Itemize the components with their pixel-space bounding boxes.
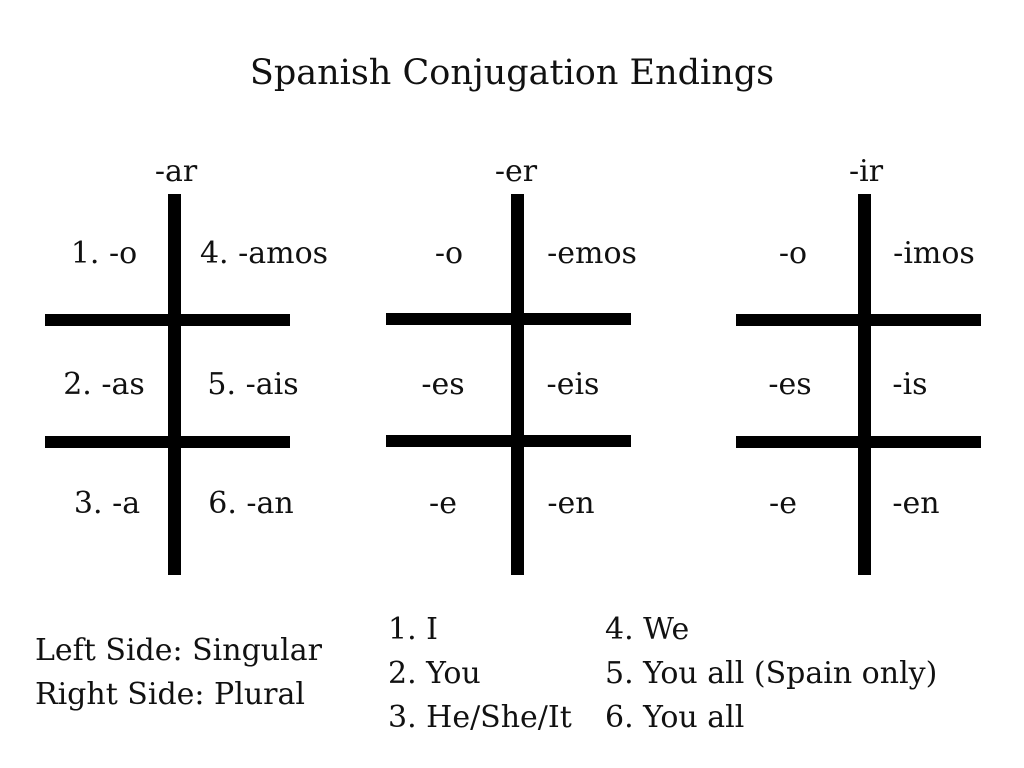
cell-ir-plural-2: -is bbox=[892, 367, 928, 402]
horizontal-divider-er-1 bbox=[386, 313, 631, 325]
side-note-singular: Left Side: Singular bbox=[35, 633, 322, 668]
cell-er-plural-3: -en bbox=[547, 486, 595, 521]
cell-er-plural-1: -emos bbox=[547, 236, 637, 271]
cell-ir-plural-3: -en bbox=[892, 486, 940, 521]
diagram-title: Spanish Conjugation Endings bbox=[249, 53, 775, 93]
cell-er-plural-2: -eis bbox=[546, 367, 600, 402]
cell-er-singular-3: -e bbox=[429, 486, 457, 521]
cell-ir-plural-1: -imos bbox=[893, 236, 975, 271]
table-header-er: -er bbox=[494, 154, 538, 189]
horizontal-divider-ar-2 bbox=[45, 436, 290, 448]
person-2: 2. You bbox=[388, 656, 481, 691]
horizontal-divider-ir-1 bbox=[736, 314, 981, 326]
cell-ar-singular-2: 2. -as bbox=[63, 367, 145, 402]
cell-ar-singular-3: 3. -a bbox=[73, 486, 141, 521]
vertical-divider-er bbox=[511, 194, 524, 575]
cell-er-singular-2: -es bbox=[421, 367, 465, 402]
cell-ir-singular-2: -es bbox=[768, 367, 812, 402]
table-header-ar: -ar bbox=[154, 154, 198, 189]
horizontal-divider-ir-2 bbox=[736, 436, 981, 448]
vertical-divider-ar bbox=[168, 194, 181, 575]
cell-ir-singular-1: -o bbox=[778, 236, 808, 271]
person-4: 4. We bbox=[605, 612, 690, 647]
cell-ar-plural-3: 6. -an bbox=[208, 486, 294, 521]
person-6: 6. You all bbox=[605, 700, 745, 735]
horizontal-divider-ar-1 bbox=[45, 314, 290, 326]
table-header-ir: -ir bbox=[848, 154, 884, 189]
cell-ar-plural-2: 5. -ais bbox=[207, 367, 299, 402]
person-5: 5. You all (Spain only) bbox=[605, 656, 938, 691]
cell-ar-plural-1: 4. -amos bbox=[199, 236, 329, 271]
vertical-divider-ir bbox=[858, 194, 871, 575]
person-3: 3. He/She/It bbox=[388, 700, 572, 735]
cell-er-singular-1: -o bbox=[434, 236, 464, 271]
horizontal-divider-er-2 bbox=[386, 435, 631, 447]
side-note-plural: Right Side: Plural bbox=[35, 677, 305, 712]
person-1: 1. I bbox=[388, 612, 439, 647]
cell-ir-singular-3: -e bbox=[769, 486, 797, 521]
cell-ar-singular-1: 1. -o bbox=[70, 236, 138, 271]
